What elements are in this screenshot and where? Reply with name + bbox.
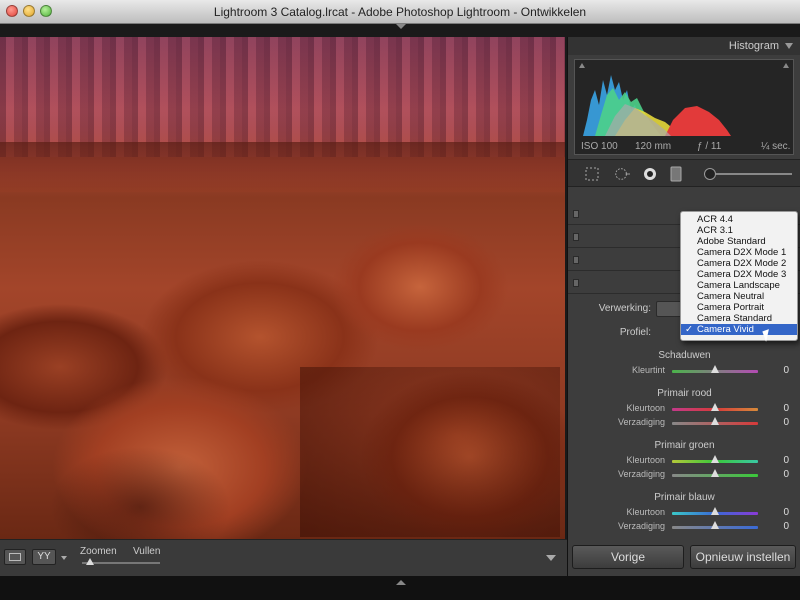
shutter-speed-value: ¼ sec. (761, 141, 791, 152)
dropdown-option[interactable]: Camera Standard (681, 313, 797, 324)
collapse-triangle-icon[interactable] (785, 43, 793, 49)
histogram-svg (583, 75, 731, 136)
dropdown-option[interactable]: Camera Landscape (681, 280, 797, 291)
dropdown-option[interactable]: ACR 3.1 (681, 225, 797, 236)
top-panel-toggle-icon[interactable] (396, 24, 406, 29)
before-after-button[interactable]: YY (32, 549, 56, 565)
dropdown-option-selected[interactable]: ✓ Camera Vivid (681, 324, 797, 335)
blue-hue-row: Kleurtoon 0 (568, 507, 800, 519)
graduated-filter-icon[interactable] (668, 166, 684, 182)
red-hue-knob[interactable] (711, 403, 719, 411)
dropdown-option[interactable]: Adobe Standard (681, 236, 797, 247)
shadow-clipping-icon[interactable] (579, 63, 585, 68)
checkmark-icon: ✓ (685, 324, 693, 335)
aperture-value: ƒ / 11 (697, 141, 722, 152)
red-hue-value[interactable]: 0 (783, 403, 789, 414)
dropdown-option[interactable]: ACR 4.4 (681, 214, 797, 225)
green-hue-label: Kleurtoon (626, 455, 665, 465)
filmstrip-bar (0, 576, 800, 600)
shadows-tint-value[interactable]: 0 (783, 365, 789, 376)
zoom-label: Zoomen (80, 546, 117, 557)
selected-option-label: Camera Vivid (697, 324, 754, 335)
blue-primary-title: Primair blauw (654, 492, 715, 503)
bottom-panel-toggle-icon[interactable] (396, 580, 406, 585)
panel-switch-icon[interactable] (573, 256, 579, 264)
red-primary-title: Primair rood (657, 388, 712, 399)
iso-value: ISO 100 (581, 141, 618, 152)
green-saturation-knob[interactable] (711, 469, 719, 477)
green-saturation-label: Verzadiging (617, 469, 665, 479)
reset-button[interactable]: Opnieuw instellen (690, 545, 796, 569)
red-hue-row: Kleurtoon 0 (568, 403, 800, 415)
blue-saturation-row: Verzadiging 0 (568, 521, 800, 533)
bottom-toolbar: YY Zoomen Vullen (0, 539, 567, 576)
blue-saturation-knob[interactable] (711, 521, 719, 529)
fill-label: Vullen (133, 546, 161, 557)
focal-length-value: 120 mm (635, 141, 672, 152)
profile-label: Profiel: (619, 327, 651, 338)
exif-info: ISO 100 120 mm ƒ / 11 ¼ sec. (575, 141, 793, 153)
blue-hue-knob[interactable] (711, 507, 719, 515)
red-hue-label: Kleurtoon (626, 403, 665, 413)
blue-saturation-label: Verzadiging (617, 521, 665, 531)
dropdown-option[interactable]: Camera Portrait (681, 302, 797, 313)
shadows-title: Schaduwen (658, 350, 711, 361)
green-hue-value[interactable]: 0 (783, 455, 789, 466)
red-saturation-row: Verzadiging 0 (568, 417, 800, 429)
histogram-graph[interactable]: ISO 100 120 mm ƒ / 11 ¼ sec. (574, 59, 794, 155)
shadows-tint-label: Kleurtint (631, 365, 665, 375)
spot-removal-icon[interactable] (614, 166, 630, 182)
histogram-title: Histogram (728, 40, 779, 52)
green-hue-row: Kleurtoon 0 (568, 455, 800, 467)
photo-shadow-layer (300, 367, 560, 537)
photo-cliff-layer (0, 37, 565, 157)
view-menu-arrow-icon[interactable] (61, 556, 67, 560)
loupe-view-icon (9, 553, 21, 561)
tool-strip (568, 159, 800, 187)
green-saturation-value[interactable]: 0 (783, 469, 789, 480)
dropdown-option[interactable]: Camera D2X Mode 2 (681, 258, 797, 269)
red-saturation-value[interactable]: 0 (783, 417, 789, 428)
loupe-view-button[interactable] (4, 549, 26, 565)
toolbar-menu-arrow-icon[interactable] (546, 555, 556, 561)
red-eye-icon[interactable] (642, 166, 658, 182)
dropdown-option[interactable]: Camera Neutral (681, 291, 797, 302)
red-saturation-knob[interactable] (711, 417, 719, 425)
photo-preview[interactable] (0, 37, 565, 539)
processing-label: Verwerking: (598, 303, 651, 314)
green-primary-title: Primair groen (654, 440, 715, 451)
profile-dropdown-menu: ACR 4.4 ACR 3.1 Adobe Standard Camera D2… (680, 211, 798, 341)
title-bar: Lightroom 3 Catalog.lrcat - Adobe Photos… (0, 0, 800, 24)
blue-saturation-value[interactable]: 0 (783, 521, 789, 532)
panel-switch-icon[interactable] (573, 279, 579, 287)
dropdown-option[interactable]: Camera D2X Mode 1 (681, 247, 797, 258)
blue-hue-label: Kleurtoon (626, 507, 665, 517)
adjustment-brush-icon[interactable] (704, 168, 716, 180)
window-title: Lightroom 3 Catalog.lrcat - Adobe Photos… (213, 5, 587, 19)
zoom-slider-knob[interactable] (86, 558, 94, 565)
green-saturation-row: Verzadiging 0 (568, 469, 800, 481)
shadows-tint-knob[interactable] (711, 365, 719, 373)
panel-button-row: Vorige Opnieuw instellen (568, 545, 800, 569)
adjustment-brush-slider[interactable] (704, 173, 792, 175)
green-hue-knob[interactable] (711, 455, 719, 463)
highlight-clipping-icon[interactable] (783, 63, 789, 68)
blue-hue-value[interactable]: 0 (783, 507, 789, 518)
panel-switch-icon[interactable] (573, 233, 579, 241)
histogram-header[interactable]: Histogram (568, 37, 800, 55)
dropdown-option[interactable]: Camera D2X Mode 3 (681, 269, 797, 280)
previous-button[interactable]: Vorige (572, 545, 684, 569)
shadows-tint-row: Kleurtint 0 (568, 365, 800, 377)
panel-switch-icon[interactable] (573, 210, 579, 218)
red-saturation-label: Verzadiging (617, 417, 665, 427)
photo-ridge-layer (0, 142, 565, 192)
crop-icon[interactable] (584, 166, 600, 182)
